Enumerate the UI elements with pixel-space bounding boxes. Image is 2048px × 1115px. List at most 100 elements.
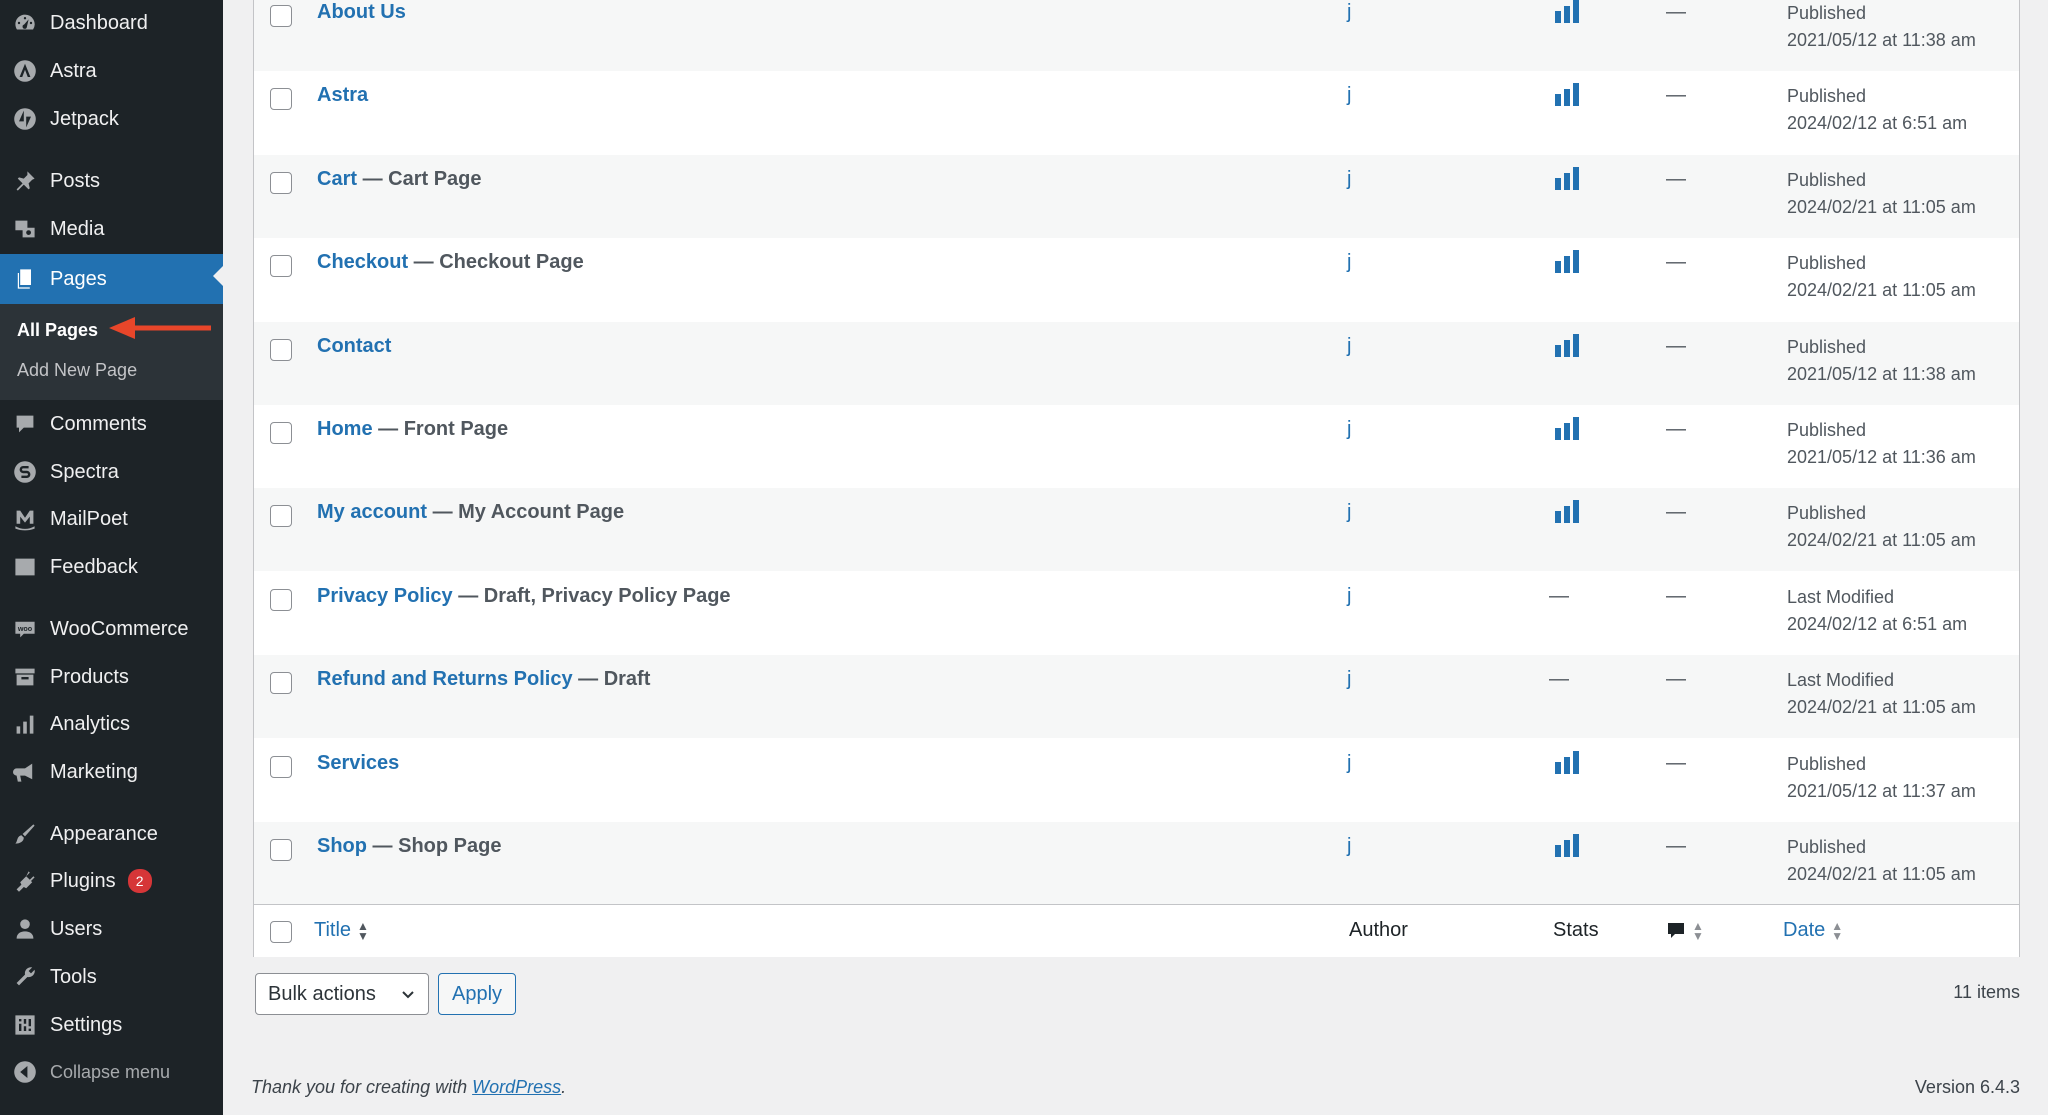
stats-icon[interactable]: [1554, 417, 1580, 446]
row-checkbox[interactable]: [270, 755, 292, 778]
sidebar-item-astra[interactable]: Astra: [0, 49, 223, 93]
wordpress-link[interactable]: WordPress: [472, 1077, 561, 1097]
submenu-add-new-page[interactable]: Add New Page: [17, 360, 137, 381]
author-link[interactable]: j: [1347, 835, 1351, 858]
sidebar-item-spectra[interactable]: Spectra: [0, 450, 223, 494]
page-title-link[interactable]: Services: [317, 752, 399, 774]
sidebar-item-feedback[interactable]: Feedback: [0, 545, 223, 589]
publish-date: 2024/02/21 at 11:05 am: [1787, 864, 1976, 884]
date-cell: Published 2021/05/12 at 11:38 am: [1787, 0, 1976, 54]
sidebar-item-woocommerce[interactable]: woo WooCommerce: [0, 607, 223, 651]
date-cell: Last Modified 2024/02/21 at 11:05 am: [1787, 667, 1976, 721]
sidebar-item-label: Astra: [50, 59, 97, 82]
author-link[interactable]: j: [1347, 585, 1351, 608]
author-link[interactable]: j: [1347, 335, 1351, 358]
sidebar-item-label: Comments: [50, 412, 147, 435]
row-checkbox[interactable]: [270, 338, 292, 361]
author-link[interactable]: j: [1347, 251, 1351, 274]
collapse-menu-button[interactable]: Collapse menu: [0, 1050, 223, 1094]
brush-icon: [12, 821, 38, 847]
page-title-link[interactable]: Checkout: [317, 251, 408, 273]
publish-status: Published: [1787, 253, 1867, 274]
stats-icon[interactable]: [1554, 834, 1580, 863]
stats-icon[interactable]: [1554, 250, 1580, 279]
page-title-cell: Shop — Shop Page: [317, 835, 501, 858]
publish-date: 2021/05/12 at 11:37 am: [1787, 780, 1976, 801]
stats-icon[interactable]: [1554, 333, 1580, 363]
row-checkbox[interactable]: [270, 839, 292, 861]
sidebar-item-tools[interactable]: Tools: [0, 955, 223, 999]
stats-icon[interactable]: [1554, 500, 1580, 529]
page-title-link[interactable]: About Us: [317, 1, 406, 23]
stats-icon[interactable]: [1554, 750, 1580, 780]
author-link[interactable]: j: [1347, 668, 1351, 691]
sidebar-item-label: Settings: [50, 1013, 123, 1036]
column-title-sort[interactable]: Title ▲ ▼: [314, 919, 369, 942]
sidebar-item-users[interactable]: Users: [0, 907, 223, 951]
page-title-link[interactable]: Privacy Policy: [317, 585, 453, 607]
row-checkbox[interactable]: [270, 255, 292, 278]
column-stats: Stats: [1553, 919, 1599, 941]
author-link[interactable]: j: [1347, 752, 1351, 775]
row-checkbox[interactable]: [270, 171, 292, 194]
collapse-menu-label: Collapse menu: [50, 1061, 171, 1082]
page-title-cell: My account — My Account Page: [317, 501, 624, 524]
page-title-link[interactable]: Refund and Returns Policy: [317, 668, 573, 690]
sidebar-item-products[interactable]: Products: [0, 655, 223, 699]
sidebar-item-posts[interactable]: Posts: [0, 159, 223, 203]
page-title-link[interactable]: Contact: [317, 335, 391, 357]
column-date-sort[interactable]: Date ▲ ▼: [1783, 919, 1843, 942]
date-cell: Last Modified 2024/02/12 at 6:51 am: [1787, 584, 1967, 638]
row-checkbox[interactable]: [270, 88, 292, 111]
sidebar-item-jetpack[interactable]: Jetpack: [0, 97, 223, 141]
author-link[interactable]: j: [1347, 418, 1351, 441]
author-link[interactable]: j: [1347, 501, 1351, 524]
apply-button[interactable]: Apply: [438, 973, 516, 1015]
sidebar-item-pages[interactable]: Pages: [0, 254, 223, 304]
page-title-link[interactable]: Home: [317, 418, 373, 440]
stats-icon[interactable]: [1554, 0, 1580, 29]
spectra-icon: [12, 459, 38, 485]
author-link[interactable]: j: [1347, 1, 1351, 24]
row-checkbox[interactable]: [270, 422, 292, 444]
page-title-link[interactable]: Cart: [317, 168, 357, 190]
sidebar-item-marketing[interactable]: Marketing: [0, 750, 223, 794]
author-link[interactable]: j: [1347, 168, 1351, 191]
page-title-link[interactable]: My account: [317, 501, 427, 523]
sidebar-item-appearance[interactable]: Appearance: [0, 812, 223, 856]
page-title-link[interactable]: Shop: [317, 835, 367, 857]
submenu-all-pages[interactable]: All Pages: [17, 320, 98, 341]
row-checkbox[interactable]: [270, 5, 292, 27]
page-title-cell: Checkout — Checkout Page: [317, 251, 584, 274]
sidebar-item-label: WooCommerce: [50, 617, 189, 640]
sidebar-item-dashboard[interactable]: Dashboard: [0, 1, 223, 45]
sidebar-item-label: Products: [50, 665, 129, 688]
table-row: Home — Front Page j — Published 2021/05/12 a…: [254, 405, 2019, 488]
sidebar-item-media[interactable]: Media: [0, 207, 223, 251]
comment-icon: [12, 411, 38, 437]
sidebar-item-mailpoet[interactable]: MailPoet: [0, 497, 223, 541]
table-footer-header: Title ▲ ▼ Author Stats ▲ ▼ Date ▲ ▼: [254, 904, 2019, 957]
row-checkbox[interactable]: [270, 672, 292, 695]
table-row: Contact j — Published 2021/05/12 at 11:38 am: [254, 321, 2019, 405]
sort-arrows-icon: ▲ ▼: [1692, 918, 1704, 943]
column-comments-sort[interactable]: ▲ ▼: [1666, 919, 1704, 942]
stats-icon[interactable]: [1554, 83, 1580, 112]
row-checkbox[interactable]: [270, 588, 292, 611]
publish-status: Published: [1787, 837, 1867, 857]
comments-count: —: [1666, 334, 1686, 357]
stats-icon[interactable]: [1554, 166, 1580, 196]
sidebar-item-comments[interactable]: Comments: [0, 402, 223, 446]
row-checkbox[interactable]: [270, 505, 292, 528]
page-title-link[interactable]: Astra: [317, 84, 368, 106]
bulk-actions-select[interactable]: Bulk actions: [255, 973, 429, 1015]
select-all-checkbox[interactable]: [270, 921, 292, 943]
publish-status: Published: [1787, 503, 1867, 524]
sidebar-item-analytics[interactable]: Analytics: [0, 702, 223, 746]
page-state-label: — Checkout Page: [408, 251, 584, 274]
red-arrow-annotation: [109, 317, 211, 339]
author-link[interactable]: j: [1347, 84, 1351, 107]
sidebar-item-plugins[interactable]: Plugins 2: [0, 859, 223, 903]
sidebar-item-settings[interactable]: Settings: [0, 1003, 223, 1047]
page-state-label: — Draft, Privacy Policy Page: [452, 584, 731, 607]
